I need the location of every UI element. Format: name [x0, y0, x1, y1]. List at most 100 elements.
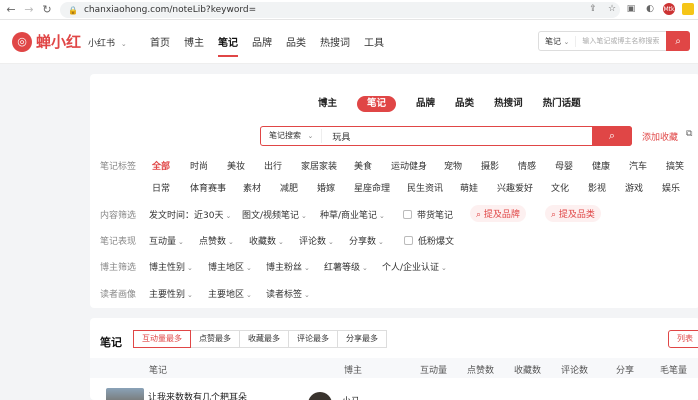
tag-item[interactable]: 母婴 — [555, 159, 573, 172]
tab-notes[interactable]: 笔记 — [357, 96, 397, 112]
mentioned-category-button[interactable]: ⌕ 提及品类 — [545, 205, 601, 222]
logo-icon: ◎ — [12, 31, 32, 52]
tab-hot-topics[interactable]: 热门话题 — [543, 96, 581, 112]
nav-bloggers[interactable]: 博主 — [184, 34, 204, 49]
avatar[interactable] — [308, 392, 332, 400]
logo[interactable]: ◎ 蝉小红 — [12, 31, 81, 52]
reload-icon[interactable]: ↻ — [38, 3, 56, 16]
column-header[interactable]: 毛笔量 — [660, 363, 687, 376]
search-input[interactable]: 玩具 — [322, 130, 350, 143]
favorites-icon[interactable]: ⧉ — [686, 129, 692, 139]
tab-brands[interactable]: 品牌 — [416, 96, 435, 112]
sort-tab-shares[interactable]: 分享最多 — [337, 330, 387, 348]
tag-item[interactable]: 搞笑 — [666, 159, 684, 172]
ext-icon[interactable]: ◐ — [644, 3, 656, 15]
brand-note-checkbox[interactable]: 带货笔记 — [403, 208, 453, 221]
tag-item[interactable]: 时尚 — [190, 159, 208, 172]
seed-type-dropdown[interactable]: 种草/商业笔记 ⌄ — [320, 208, 385, 221]
column-header[interactable]: 收藏数 — [514, 363, 541, 376]
tag-all[interactable]: 全部 — [152, 159, 170, 172]
note-thumbnail[interactable] — [106, 388, 144, 400]
address-bar[interactable]: 🔒 chanxiaohong.com/noteLib?keyword= — [60, 2, 620, 18]
column-header[interactable]: 分享 — [616, 363, 634, 376]
tag-item[interactable]: 减肥 — [280, 181, 298, 194]
nav-categories[interactable]: 品类 — [286, 34, 306, 49]
column-header[interactable]: 评论数 — [561, 363, 588, 376]
low-fan-checkbox[interactable]: 低粉爆文 — [404, 234, 454, 247]
column-header[interactable]: 笔记 — [149, 363, 167, 376]
column-header[interactable]: 点赞数 — [467, 363, 494, 376]
blogger-name[interactable]: 小马 — [342, 394, 360, 400]
tag-item[interactable]: 汽车 — [629, 159, 647, 172]
reader-gender-dropdown[interactable]: 主要性别 ⌄ — [149, 287, 193, 300]
back-icon[interactable]: ← — [2, 3, 20, 16]
blogger-level-dropdown[interactable]: 红薯等级 ⌄ — [324, 260, 368, 273]
extension-badge-icon[interactable]: Mtk — [663, 3, 675, 15]
likes-dropdown[interactable]: 点赞数 ⌄ — [199, 234, 234, 247]
nav-notes[interactable]: 笔记 — [218, 34, 238, 57]
tag-item[interactable]: 游戏 — [625, 181, 643, 194]
tag-item[interactable]: 影视 — [588, 181, 606, 194]
media-type-dropdown[interactable]: 图文/视频笔记 ⌄ — [242, 208, 307, 221]
header-search-input[interactable]: 输入笔记或博主名称搜索 — [576, 36, 659, 46]
tag-item[interactable]: 美食 — [354, 159, 372, 172]
content-filter-label: 内容筛选 — [100, 211, 137, 221]
tag-item[interactable]: 美妆 — [227, 159, 245, 172]
forward-icon[interactable]: → — [20, 3, 38, 16]
add-favorite-link[interactable]: 添加收藏 — [642, 130, 678, 143]
interactions-dropdown[interactable]: 互动量 ⌄ — [149, 234, 184, 247]
tab-categories[interactable]: 品类 — [455, 96, 474, 112]
nav-hot-keywords[interactable]: 热搜词 — [320, 34, 350, 49]
header-search-type[interactable]: 笔记 ⌄ — [539, 35, 577, 47]
column-header[interactable]: 博主 — [344, 363, 362, 376]
tag-item[interactable]: 出行 — [264, 159, 282, 172]
search-type-select[interactable]: 笔记搜索 ⌄ — [261, 129, 323, 143]
nav-home[interactable]: 首页 — [150, 34, 170, 49]
reader-region-dropdown[interactable]: 主要地区 ⌄ — [208, 287, 252, 300]
collects-dropdown[interactable]: 收藏数 ⌄ — [249, 234, 284, 247]
tag-item[interactable]: 星座命理 — [354, 181, 390, 194]
share-icon[interactable]: ⇪ — [587, 3, 599, 15]
reader-tags-dropdown[interactable]: 读者标签 ⌄ — [266, 287, 310, 300]
tag-item[interactable]: 萌娃 — [460, 181, 478, 194]
image-ext-icon[interactable]: ▣ — [625, 3, 637, 15]
tag-item[interactable]: 宠物 — [444, 159, 462, 172]
blogger-fans-dropdown[interactable]: 博主粉丝 ⌄ — [266, 260, 310, 273]
tag-item[interactable]: 素材 — [243, 181, 261, 194]
tag-item[interactable]: 家居家装 — [301, 159, 337, 172]
blogger-gender-dropdown[interactable]: 博主性别 ⌄ — [149, 260, 193, 273]
nav-brands[interactable]: 品牌 — [252, 34, 272, 49]
blogger-verification-dropdown[interactable]: 个人/企业认证 ⌄ — [382, 260, 447, 273]
platform-select[interactable]: 小红书 ⌄ — [88, 36, 127, 49]
column-header[interactable]: 互动量 — [420, 363, 447, 376]
tag-item[interactable]: 日常 — [152, 181, 170, 194]
publish-time-dropdown[interactable]: 发文时间：近30天 ⌄ — [149, 208, 231, 221]
tag-item[interactable]: 体育赛事 — [190, 181, 226, 194]
search-button[interactable]: ⌕ — [592, 126, 632, 146]
tag-item[interactable]: 兴趣爱好 — [497, 181, 533, 194]
tab-hot-keywords[interactable]: 热搜词 — [494, 96, 523, 112]
tag-item[interactable]: 文化 — [551, 181, 569, 194]
note-title[interactable]: 让我来数数有几个耙耳朵 — [148, 390, 247, 400]
tag-item[interactable]: 民生资讯 — [407, 181, 443, 194]
nav-tools[interactable]: 工具 — [364, 34, 384, 49]
sort-tab-likes[interactable]: 点赞最多 — [190, 330, 240, 348]
tag-item[interactable]: 运动健身 — [391, 159, 427, 172]
tag-item[interactable]: 娱乐 — [662, 181, 680, 194]
header-search-button[interactable]: ⌕ — [666, 31, 690, 51]
sort-tab-comments[interactable]: 评论最多 — [288, 330, 338, 348]
bookmark-star-icon[interactable]: ☆ — [606, 3, 618, 15]
extension-icon[interactable] — [682, 3, 694, 15]
tag-item[interactable]: 婚嫁 — [317, 181, 335, 194]
tab-bloggers[interactable]: 博主 — [318, 96, 337, 112]
shares-dropdown[interactable]: 分享数 ⌄ — [349, 234, 384, 247]
sort-tab-interactions[interactable]: 互动量最多 — [133, 330, 191, 348]
blogger-region-dropdown[interactable]: 博主地区 ⌄ — [208, 260, 252, 273]
list-view-button[interactable]: 列表 — [668, 330, 698, 348]
comments-dropdown[interactable]: 评论数 ⌄ — [299, 234, 334, 247]
tag-item[interactable]: 摄影 — [481, 159, 499, 172]
tag-item[interactable]: 情感 — [518, 159, 536, 172]
mentioned-brand-button[interactable]: ⌕ 提及品牌 — [470, 205, 526, 222]
sort-tab-collects[interactable]: 收藏最多 — [239, 330, 289, 348]
tag-item[interactable]: 健康 — [592, 159, 610, 172]
